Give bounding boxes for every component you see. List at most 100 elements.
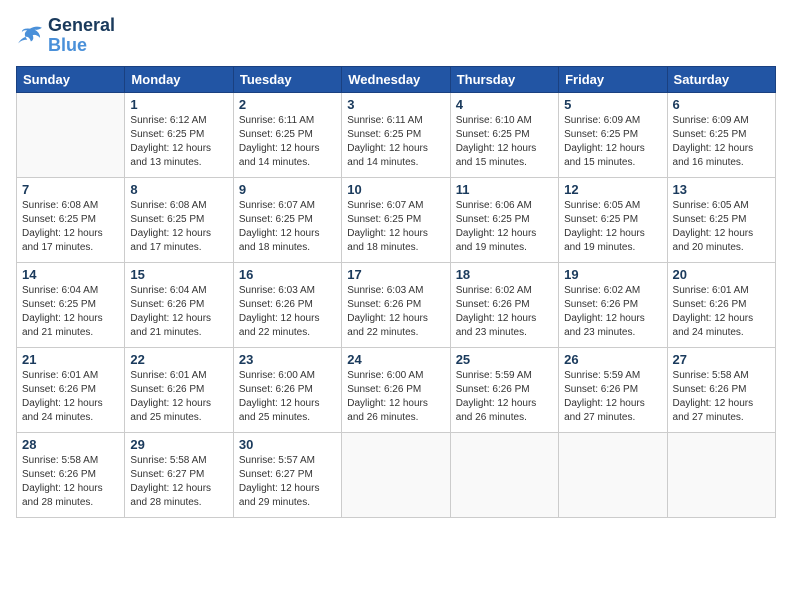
calendar-day-cell bbox=[342, 432, 450, 517]
day-info: Sunrise: 5:58 AM Sunset: 6:26 PM Dayligh… bbox=[22, 454, 119, 510]
calendar-day-cell: 19 Sunrise: 6:02 AM Sunset: 6:26 PM Dayli… bbox=[559, 262, 667, 347]
day-number: 24 bbox=[347, 352, 444, 367]
day-number: 21 bbox=[22, 352, 119, 367]
day-number: 11 bbox=[456, 182, 553, 197]
calendar-day-cell: 6 Sunrise: 6:09 AM Sunset: 6:25 PM Daylig… bbox=[667, 92, 775, 177]
day-info: Sunrise: 5:58 AM Sunset: 6:26 PM Dayligh… bbox=[673, 369, 770, 425]
calendar-body: 1Sunrise: 6:12 AM Sunset: 6:25 PM Daylig… bbox=[17, 92, 776, 517]
day-number: 5 bbox=[564, 97, 661, 112]
day-info: Sunrise: 6:04 AM Sunset: 6:26 PM Dayligh… bbox=[130, 284, 227, 340]
day-number: 14 bbox=[22, 267, 119, 282]
day-number: 13 bbox=[673, 182, 770, 197]
calendar-day-cell: 4 Sunrise: 6:10 AM Sunset: 6:25 PM Daylig… bbox=[450, 92, 558, 177]
day-info: Sunrise: 6:02 AM Sunset: 6:26 PM Dayligh… bbox=[564, 284, 661, 340]
calendar-day-cell: 11 Sunrise: 6:06 AM Sunset: 6:25 PM Dayli… bbox=[450, 177, 558, 262]
day-number: 18 bbox=[456, 267, 553, 282]
day-number: 19 bbox=[564, 267, 661, 282]
day-info: Sunrise: 6:01 AM Sunset: 6:26 PM Dayligh… bbox=[22, 369, 119, 425]
day-info: Sunrise: 5:58 AM Sunset: 6:27 PM Dayligh… bbox=[130, 454, 227, 510]
calendar-week-row: 28Sunrise: 5:58 AM Sunset: 6:26 PM Dayli… bbox=[17, 432, 776, 517]
calendar-day-cell: 26 Sunrise: 5:59 AM Sunset: 6:26 PM Dayli… bbox=[559, 347, 667, 432]
calendar-week-row: 1Sunrise: 6:12 AM Sunset: 6:25 PM Daylig… bbox=[17, 92, 776, 177]
day-info: Sunrise: 6:07 AM Sunset: 6:25 PM Dayligh… bbox=[239, 199, 336, 255]
day-number: 4 bbox=[456, 97, 553, 112]
day-number: 3 bbox=[347, 97, 444, 112]
day-number: 29 bbox=[130, 437, 227, 452]
calendar-day-cell: 28Sunrise: 5:58 AM Sunset: 6:26 PM Dayli… bbox=[17, 432, 125, 517]
day-info: Sunrise: 6:00 AM Sunset: 6:26 PM Dayligh… bbox=[347, 369, 444, 425]
calendar-day-cell bbox=[17, 92, 125, 177]
day-number: 2 bbox=[239, 97, 336, 112]
calendar-day-cell: 15 Sunrise: 6:04 AM Sunset: 6:26 PM Dayli… bbox=[125, 262, 233, 347]
calendar-day-cell: 24 Sunrise: 6:00 AM Sunset: 6:26 PM Dayli… bbox=[342, 347, 450, 432]
day-info: Sunrise: 6:08 AM Sunset: 6:25 PM Dayligh… bbox=[22, 199, 119, 255]
calendar-day-cell: 16 Sunrise: 6:03 AM Sunset: 6:26 PM Dayli… bbox=[233, 262, 341, 347]
page-header: General Blue bbox=[16, 16, 776, 56]
calendar-day-cell bbox=[667, 432, 775, 517]
logo-bird-icon bbox=[16, 25, 44, 47]
calendar-header-row: SundayMondayTuesdayWednesdayThursdayFrid… bbox=[17, 66, 776, 92]
day-number: 26 bbox=[564, 352, 661, 367]
calendar-day-cell: 8 Sunrise: 6:08 AM Sunset: 6:25 PM Daylig… bbox=[125, 177, 233, 262]
calendar-week-row: 14 Sunrise: 6:04 AM Sunset: 6:25 PM Dayli… bbox=[17, 262, 776, 347]
calendar-day-cell: 9 Sunrise: 6:07 AM Sunset: 6:25 PM Daylig… bbox=[233, 177, 341, 262]
calendar-day-cell: 1Sunrise: 6:12 AM Sunset: 6:25 PM Daylig… bbox=[125, 92, 233, 177]
day-info: Sunrise: 6:09 AM Sunset: 6:25 PM Dayligh… bbox=[564, 114, 661, 170]
weekday-header: Tuesday bbox=[233, 66, 341, 92]
day-number: 9 bbox=[239, 182, 336, 197]
day-number: 17 bbox=[347, 267, 444, 282]
calendar-day-cell: 21 Sunrise: 6:01 AM Sunset: 6:26 PM Dayli… bbox=[17, 347, 125, 432]
day-info: Sunrise: 6:10 AM Sunset: 6:25 PM Dayligh… bbox=[456, 114, 553, 170]
calendar-day-cell: 17 Sunrise: 6:03 AM Sunset: 6:26 PM Dayli… bbox=[342, 262, 450, 347]
calendar-day-cell: 10Sunrise: 6:07 AM Sunset: 6:25 PM Dayli… bbox=[342, 177, 450, 262]
day-number: 25 bbox=[456, 352, 553, 367]
day-number: 6 bbox=[673, 97, 770, 112]
calendar-day-cell: 3Sunrise: 6:11 AM Sunset: 6:25 PM Daylig… bbox=[342, 92, 450, 177]
calendar-day-cell: 13 Sunrise: 6:05 AM Sunset: 6:25 PM Dayli… bbox=[667, 177, 775, 262]
weekday-header: Monday bbox=[125, 66, 233, 92]
day-number: 7 bbox=[22, 182, 119, 197]
calendar-day-cell bbox=[450, 432, 558, 517]
day-info: Sunrise: 6:02 AM Sunset: 6:26 PM Dayligh… bbox=[456, 284, 553, 340]
day-number: 27 bbox=[673, 352, 770, 367]
day-number: 8 bbox=[130, 182, 227, 197]
weekday-header: Sunday bbox=[17, 66, 125, 92]
day-info: Sunrise: 6:05 AM Sunset: 6:25 PM Dayligh… bbox=[564, 199, 661, 255]
calendar-day-cell: 2Sunrise: 6:11 AM Sunset: 6:25 PM Daylig… bbox=[233, 92, 341, 177]
day-info: Sunrise: 6:01 AM Sunset: 6:26 PM Dayligh… bbox=[130, 369, 227, 425]
calendar-day-cell: 12 Sunrise: 6:05 AM Sunset: 6:25 PM Dayli… bbox=[559, 177, 667, 262]
day-info: Sunrise: 6:03 AM Sunset: 6:26 PM Dayligh… bbox=[239, 284, 336, 340]
day-number: 22 bbox=[130, 352, 227, 367]
logo-text: General Blue bbox=[48, 16, 115, 56]
day-info: Sunrise: 6:05 AM Sunset: 6:25 PM Dayligh… bbox=[673, 199, 770, 255]
day-number: 30 bbox=[239, 437, 336, 452]
day-number: 10 bbox=[347, 182, 444, 197]
calendar-day-cell: 18 Sunrise: 6:02 AM Sunset: 6:26 PM Dayli… bbox=[450, 262, 558, 347]
day-number: 1 bbox=[130, 97, 227, 112]
day-number: 20 bbox=[673, 267, 770, 282]
day-info: Sunrise: 6:01 AM Sunset: 6:26 PM Dayligh… bbox=[673, 284, 770, 340]
calendar-day-cell: 20 Sunrise: 6:01 AM Sunset: 6:26 PM Dayli… bbox=[667, 262, 775, 347]
calendar-day-cell bbox=[559, 432, 667, 517]
weekday-header: Friday bbox=[559, 66, 667, 92]
calendar-day-cell: 30 Sunrise: 5:57 AM Sunset: 6:27 PM Dayli… bbox=[233, 432, 341, 517]
weekday-header: Wednesday bbox=[342, 66, 450, 92]
day-info: Sunrise: 6:08 AM Sunset: 6:25 PM Dayligh… bbox=[130, 199, 227, 255]
day-info: Sunrise: 6:06 AM Sunset: 6:25 PM Dayligh… bbox=[456, 199, 553, 255]
day-info: Sunrise: 5:57 AM Sunset: 6:27 PM Dayligh… bbox=[239, 454, 336, 510]
day-info: Sunrise: 6:03 AM Sunset: 6:26 PM Dayligh… bbox=[347, 284, 444, 340]
day-number: 12 bbox=[564, 182, 661, 197]
weekday-header: Saturday bbox=[667, 66, 775, 92]
day-info: Sunrise: 5:59 AM Sunset: 6:26 PM Dayligh… bbox=[564, 369, 661, 425]
calendar-day-cell: 27 Sunrise: 5:58 AM Sunset: 6:26 PM Dayli… bbox=[667, 347, 775, 432]
day-info: Sunrise: 6:04 AM Sunset: 6:25 PM Dayligh… bbox=[22, 284, 119, 340]
calendar-day-cell: 5 Sunrise: 6:09 AM Sunset: 6:25 PM Daylig… bbox=[559, 92, 667, 177]
calendar-day-cell: 25 Sunrise: 5:59 AM Sunset: 6:26 PM Dayli… bbox=[450, 347, 558, 432]
day-info: Sunrise: 6:09 AM Sunset: 6:25 PM Dayligh… bbox=[673, 114, 770, 170]
calendar-week-row: 7 Sunrise: 6:08 AM Sunset: 6:25 PM Daylig… bbox=[17, 177, 776, 262]
calendar-day-cell: 22 Sunrise: 6:01 AM Sunset: 6:26 PM Dayli… bbox=[125, 347, 233, 432]
calendar-day-cell: 29 Sunrise: 5:58 AM Sunset: 6:27 PM Dayli… bbox=[125, 432, 233, 517]
day-number: 16 bbox=[239, 267, 336, 282]
day-number: 15 bbox=[130, 267, 227, 282]
day-info: Sunrise: 5:59 AM Sunset: 6:26 PM Dayligh… bbox=[456, 369, 553, 425]
